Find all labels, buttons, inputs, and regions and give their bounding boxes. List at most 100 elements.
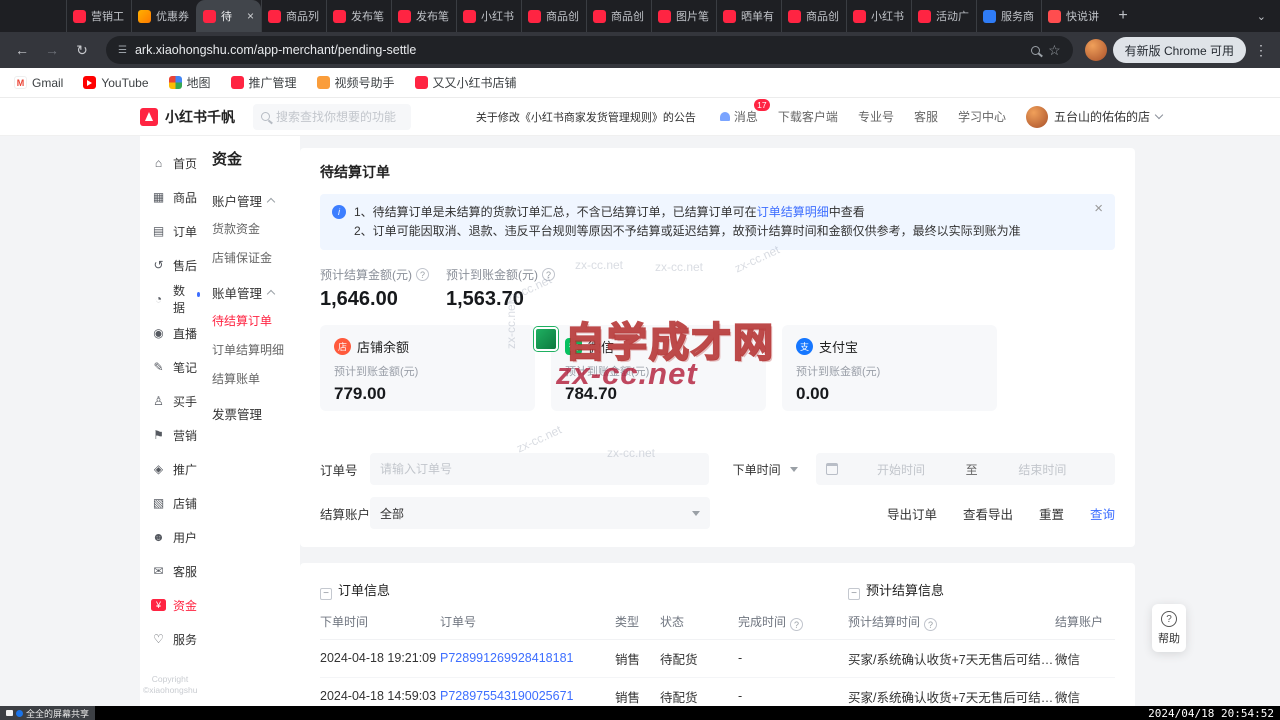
browser-tab[interactable]: 商品创	[781, 0, 846, 32]
account-menu[interactable]: 五台山的佑佑的店	[1026, 106, 1162, 128]
sidebar-item-notes[interactable]: ✎笔记	[140, 350, 200, 384]
url-text[interactable]: ark.xiaohongshu.com/app-merchant/pending…	[135, 43, 1023, 57]
sidebar-item-funds[interactable]: ¥资金	[140, 588, 200, 622]
sidebar-item-users[interactable]: ☻用户	[140, 520, 200, 554]
shop-icon: ▧	[151, 496, 166, 510]
order-no-link[interactable]: P728991269928418181	[440, 639, 615, 677]
new-tab-button[interactable]: +	[1110, 3, 1136, 29]
browser-tab[interactable]: 快说讲	[1041, 0, 1106, 32]
reset-button[interactable]: 重置	[1039, 504, 1064, 523]
search-icon[interactable]	[1031, 46, 1040, 55]
subnav-item-settle-detail[interactable]: 订单结算明细	[212, 336, 300, 365]
date-end-placeholder[interactable]: 结束时间	[980, 461, 1105, 478]
tab-favicon-icon	[788, 10, 801, 23]
bookmark-channels-helper[interactable]: 视频号助手	[317, 74, 395, 91]
browser-tab[interactable]: 商品创	[521, 0, 586, 32]
browser-tab[interactable]: 优惠券	[131, 0, 196, 32]
group-label: 订单信息	[338, 583, 390, 598]
browser-tab[interactable]: 服务商	[976, 0, 1041, 32]
forward-icon[interactable]: →	[40, 42, 64, 58]
home-icon: ⌂	[151, 156, 166, 170]
learning-center-link[interactable]: 学习中心	[958, 108, 1006, 125]
sidebar-item-live[interactable]: ◉直播	[140, 316, 200, 350]
order-no-input[interactable]	[370, 453, 709, 485]
bookmark-gmail[interactable]: MGmail	[14, 76, 63, 90]
brand[interactable]: 小红书千帆	[140, 107, 235, 127]
bookmark-maps[interactable]: 地图	[169, 74, 211, 91]
sidebar-item-home[interactable]: ⌂首页	[140, 146, 200, 180]
profile-avatar[interactable]	[1085, 39, 1107, 61]
sidebar-item-service[interactable]: ✉客服	[140, 554, 200, 588]
tab-close-icon[interactable]: ×	[247, 9, 254, 23]
sidebar-item-promotion[interactable]: ◈推广	[140, 452, 200, 486]
sidebar-item-buyer[interactable]: ♙买手	[140, 384, 200, 418]
sidebar-item-marketing[interactable]: ⚑营销	[140, 418, 200, 452]
collapse-icon[interactable]: −	[320, 588, 332, 600]
browser-tab-active[interactable]: 待×	[196, 0, 261, 32]
browser-tab[interactable]: 商品列	[261, 0, 326, 32]
bookmark-promotion[interactable]: 推广管理	[231, 74, 297, 91]
subnav-item-settle-bill[interactable]: 结算账单	[212, 365, 300, 394]
view-exports-button[interactable]: 查看导出	[963, 504, 1013, 523]
close-icon[interactable]: ×	[1094, 200, 1103, 217]
sidebar-item-aftersale[interactable]: ↺售后	[140, 248, 200, 282]
browser-tab[interactable]: 营销工	[66, 0, 131, 32]
date-range-picker[interactable]: 开始时间 至 结束时间	[816, 453, 1115, 485]
browser-tab[interactable]: 晒单有	[716, 0, 781, 32]
customer-service-link[interactable]: 客服	[914, 108, 938, 125]
browser-tab[interactable]: 发布笔	[391, 0, 456, 32]
subnav-item-goods-funds[interactable]: 货款资金	[212, 215, 300, 244]
subnav-item-deposit[interactable]: 店铺保证金	[212, 244, 300, 273]
settle-account-select[interactable]: 全部	[370, 497, 710, 529]
bookmark-youtube[interactable]: YouTube	[83, 76, 148, 90]
question-circle-icon: ?	[1161, 611, 1177, 627]
sidebar-item-goods[interactable]: ▦商品	[140, 180, 200, 214]
subnav-group-account[interactable]: 账户管理	[212, 185, 300, 215]
card-sub: 预计到账金额(元)	[796, 363, 983, 379]
time-type-select[interactable]: 下单时间	[723, 453, 809, 485]
help-circle-icon[interactable]: ?	[924, 618, 937, 631]
site-settings-icon[interactable]: ☰	[118, 45, 127, 56]
help-circle-icon[interactable]: ?	[790, 618, 803, 631]
chrome-update-button[interactable]: 有新版 Chrome 可用	[1113, 37, 1246, 63]
sidebar-item-data[interactable]: ◔数据	[140, 282, 200, 316]
export-orders-button[interactable]: 导出订单	[887, 504, 937, 523]
table-row: 2024-04-18 19:21:09 P728991269928418181 …	[320, 639, 1115, 677]
orders-table: −订单信息 −预计结算信息 下单时间 订单号 类型 状态 完成时间? 预计结算时…	[320, 575, 1115, 716]
announcement-link[interactable]: 关于修改《小红书商家发货管理规则》的公告	[476, 109, 696, 125]
screen-share-chip[interactable]: 全全的屏幕共享	[0, 706, 95, 720]
browser-tab[interactable]: 小红书	[846, 0, 911, 32]
reload-icon[interactable]: ↻	[70, 42, 94, 59]
address-bar[interactable]: ☰ ark.xiaohongshu.com/app-merchant/pendi…	[106, 36, 1073, 64]
back-icon[interactable]: ←	[10, 42, 34, 58]
group-label: 预计结算信息	[866, 583, 944, 598]
bookmark-star-icon[interactable]: ☆	[1048, 42, 1061, 59]
cell-settle-time: 买家/系统确认收货+7天无售后可结算货款	[848, 639, 1055, 677]
browser-tab[interactable]: 发布笔	[326, 0, 391, 32]
subnav-group-bills[interactable]: 账单管理	[212, 277, 300, 307]
sidebar-item-services[interactable]: ♡服务	[140, 622, 200, 656]
download-client-link[interactable]: 下载客户端	[778, 108, 838, 125]
messages[interactable]: 消息17	[720, 108, 758, 125]
search-input[interactable]	[276, 110, 403, 124]
browser-tab[interactable]: 商品创	[586, 0, 651, 32]
function-search[interactable]	[253, 104, 411, 130]
browser-menu-icon[interactable]: ⋮	[1252, 42, 1270, 59]
help-button[interactable]: ? 帮助	[1152, 604, 1186, 652]
browser-tab[interactable]: 图片笔	[651, 0, 716, 32]
help-circle-icon[interactable]: ?	[416, 268, 429, 281]
collapse-icon[interactable]: −	[848, 588, 860, 600]
pro-account-link[interactable]: 专业号	[858, 108, 894, 125]
date-start-placeholder[interactable]: 开始时间	[838, 461, 963, 478]
subnav-item-pending-settle[interactable]: 待结算订单	[212, 307, 300, 336]
browser-tab[interactable]: 小红书	[456, 0, 521, 32]
sidebar-item-shop[interactable]: ▧店铺	[140, 486, 200, 520]
subnav-group-invoice[interactable]: 发票管理	[212, 398, 300, 428]
settle-detail-link[interactable]: 订单结算明细	[757, 205, 829, 219]
tab-search-chevron-icon[interactable]: ⌄	[1257, 10, 1266, 23]
browser-tab[interactable]: 活动广	[911, 0, 976, 32]
help-circle-icon[interactable]: ?	[542, 268, 555, 281]
bookmark-xhs-shop[interactable]: 又又小红书店铺	[415, 74, 517, 91]
query-button[interactable]: 查询	[1090, 504, 1115, 523]
sidebar-item-orders[interactable]: ▤订单	[140, 214, 200, 248]
